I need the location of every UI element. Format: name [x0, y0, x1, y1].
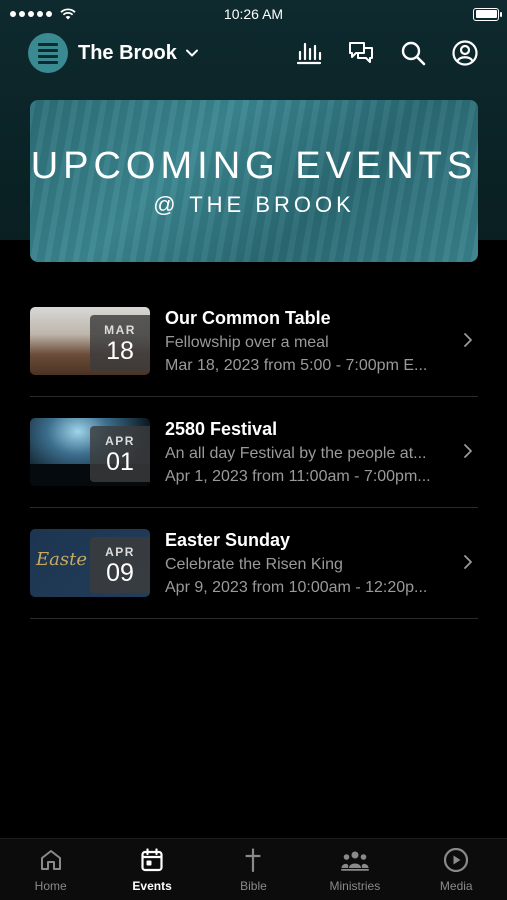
event-description: Celebrate the Risen King — [165, 555, 343, 573]
event-description: An all day Festival by the people at... — [165, 444, 427, 462]
church-logo[interactable] — [28, 33, 68, 73]
date-badge: MAR 18 — [90, 315, 150, 371]
upcoming-events-banner[interactable]: UPCOMING EVENTS @ THE BROOK — [30, 100, 478, 262]
chevron-right-icon — [464, 333, 472, 347]
app-header: The Brook — [0, 30, 507, 76]
date-month: MAR — [104, 322, 136, 337]
event-datetime: Apr 9, 2023 from 10:00am - 12:20p... — [165, 578, 428, 596]
search-icon[interactable] — [399, 39, 427, 67]
calendar-icon — [141, 848, 163, 872]
tab-bible[interactable]: Bible — [208, 847, 298, 893]
chevron-right-icon — [464, 555, 472, 569]
event-row-easter-sunday[interactable]: Easte APR 09 Easter Sunday Celebrate the… — [30, 508, 478, 619]
tab-home[interactable]: Home — [6, 847, 96, 893]
date-badge: APR 01 — [90, 426, 150, 482]
status-bar: 10:26 AM — [0, 0, 507, 28]
event-title: 2580 Festival — [165, 418, 278, 439]
date-month: APR — [105, 544, 135, 559]
battery-icon — [473, 7, 502, 21]
tab-label: Media — [439, 879, 473, 893]
date-day: 01 — [106, 447, 134, 476]
tab-label: Bible — [240, 879, 267, 893]
audio-bars-icon[interactable] — [295, 39, 323, 67]
event-thumbnail: Easte APR 09 — [30, 529, 150, 597]
banner-title: UPCOMING EVENTS — [30, 144, 478, 187]
thumbnail-lettering: Easte — [36, 549, 87, 570]
event-thumbnail: MAR 18 — [30, 307, 150, 375]
tab-ministries[interactable]: Ministries — [310, 847, 400, 893]
play-icon — [444, 847, 469, 873]
event-row-our-common-table[interactable]: MAR 18 Our Common Table Fellowship over … — [30, 286, 478, 397]
banner-subtitle: @ THE BROOK — [153, 191, 355, 217]
cross-icon — [245, 848, 262, 873]
tab-label: Events — [132, 879, 172, 893]
tab-media[interactable]: Media — [411, 847, 501, 893]
date-badge: APR 09 — [90, 537, 150, 593]
event-title: Easter Sunday — [165, 529, 291, 550]
events-list: MAR 18 Our Common Table Fellowship over … — [30, 286, 478, 619]
profile-icon[interactable] — [451, 39, 479, 67]
chat-icon[interactable] — [347, 39, 375, 67]
event-description: Fellowship over a meal — [165, 333, 329, 351]
tab-bar: Home Events Bible Ministries Media — [0, 838, 507, 900]
tab-events[interactable]: Events — [107, 847, 197, 893]
status-time: 10:26 AM — [223, 6, 284, 22]
brand-name: The Brook — [78, 41, 177, 64]
tab-label: Ministries — [329, 879, 381, 893]
date-day: 09 — [106, 558, 134, 587]
tab-label: Home — [34, 879, 67, 893]
date-month: APR — [105, 433, 135, 448]
chevron-right-icon — [464, 444, 472, 458]
campus-switcher[interactable]: The Brook — [78, 42, 199, 65]
event-row-2580-festival[interactable]: APR 01 2580 Festival An all day Festival… — [30, 397, 478, 508]
chevron-down-icon — [185, 49, 198, 57]
event-datetime: Mar 18, 2023 from 5:00 - 7:00pm E... — [165, 356, 428, 374]
date-day: 18 — [106, 336, 134, 365]
people-icon — [340, 851, 369, 871]
home-icon — [40, 850, 61, 870]
event-title: Our Common Table — [165, 307, 331, 328]
event-datetime: Apr 1, 2023 from 11:00am - 7:00pm... — [165, 467, 431, 485]
event-thumbnail: APR 01 — [30, 418, 150, 486]
